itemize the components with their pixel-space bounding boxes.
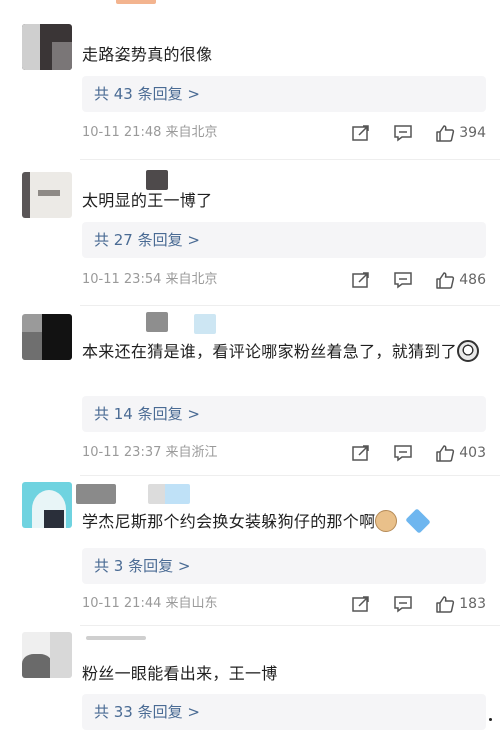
replies-label: 共 3 条回复 > [94,557,191,575]
avatar[interactable] [22,632,72,678]
username-badge-blurred [194,314,216,334]
avatar[interactable] [22,314,72,360]
ip-location: 来自山东 [165,596,218,611]
share-icon [352,125,370,141]
replies-label: 共 14 条回复 > [94,405,200,423]
username-blurred[interactable] [86,636,146,640]
ip-location: 来自浙江 [165,445,218,460]
view-replies-button[interactable]: 共 14 条回复 > [82,396,486,432]
view-replies-button[interactable]: 共 27 条回复 > [82,222,486,258]
comment-button[interactable] [393,124,413,142]
view-replies-button[interactable]: 共 43 条回复 > [82,76,486,112]
comment-meta: 10-11 23:54 来自北京 [82,271,218,289]
shocked-face-emoji [456,340,479,362]
like-button[interactable]: 394 [435,124,486,142]
like-button[interactable]: 183 [435,595,486,613]
username-blurred[interactable] [76,484,116,504]
like-count: 403 [459,445,486,461]
comment-actions: 183 [351,594,486,614]
thumbs-up-icon [436,125,455,142]
view-replies-button[interactable]: 共 33 条回复 > [82,694,486,730]
share-button[interactable] [351,124,371,142]
comment-button[interactable] [393,271,413,289]
thumbs-up-icon [436,596,455,613]
timestamp: 10-11 21:44 [82,596,162,611]
comment-item: 本来还在猜是谁，看评论哪家粉丝着急了，就猜到了 共 14 条回复 > 10-11… [0,306,500,476]
comment-button[interactable] [393,444,413,462]
timestamp: 10-11 23:54 [82,272,162,287]
like-count: 394 [459,125,486,141]
thumbs-up-icon [436,445,455,462]
comment-meta: 10-11 21:44 来自山东 [82,595,218,613]
comment-actions: 403 [351,443,486,463]
username-badge-blurred [148,484,190,504]
share-button[interactable] [351,444,371,462]
ip-location: 来自北京 [165,272,218,287]
username-blurred[interactable] [146,312,168,332]
comment-item: 学杰尼斯那个约会换女装躲狗仔的那个啊 共 3 条回复 > 10-11 21:44… [0,476,500,626]
comment-icon [394,445,413,462]
comment-text: 太明显的王一博了 [82,191,213,210]
avatar[interactable] [22,172,72,218]
comment-item: 太明显的王一博了 共 27 条回复 > 10-11 23:54 来自北京 486 [0,160,500,306]
comment-text: 粉丝一眼能看出来，王一博 [82,664,278,683]
share-button[interactable] [351,271,371,289]
thumbs-up-icon [436,272,455,289]
replies-label: 共 27 条回复 > [94,231,200,249]
comment-text: 走路姿势真的很像 [82,45,213,64]
sparkle-diamond-emoji [405,508,432,534]
like-button[interactable]: 403 [435,444,486,462]
timestamp: 10-11 21:48 [82,125,162,140]
view-replies-button[interactable]: 共 3 条回复 > [82,548,486,584]
comment-button[interactable] [393,595,413,613]
comment-meta: 10-11 21:48 来自北京 [82,124,218,142]
comment-actions: 394 [351,123,486,143]
avatar[interactable] [22,482,72,528]
username-blurred[interactable] [146,170,168,190]
comment-icon [394,272,413,289]
comment-text: 学杰尼斯那个约会换女装躲狗仔的那个啊 [82,508,486,534]
comment-meta: 10-11 23:37 来自浙江 [82,444,218,462]
page-corner-dot [489,718,492,721]
comment-item: 粉丝一眼能看出来，王一博 共 33 条回复 > [0,626,500,736]
like-count: 183 [459,596,486,612]
comment-text: 本来还在猜是谁，看评论哪家粉丝着急了，就猜到了 [82,340,486,364]
doge-emoji [375,510,398,532]
replies-label: 共 33 条回复 > [94,703,200,721]
share-button[interactable] [351,595,371,613]
timestamp: 10-11 23:37 [82,445,162,460]
comment-item: 走路姿势真的很像 共 43 条回复 > 10-11 21:48 来自北京 394 [0,0,500,160]
comment-actions: 486 [351,270,486,290]
replies-label: 共 43 条回复 > [94,85,200,103]
comment-icon [394,596,413,613]
share-icon [352,272,370,288]
share-icon [352,596,370,612]
like-button[interactable]: 486 [435,271,486,289]
share-icon [352,445,370,461]
avatar[interactable] [22,24,72,70]
comment-icon [394,125,413,142]
like-count: 486 [459,272,486,288]
ip-location: 来自北京 [165,125,218,140]
